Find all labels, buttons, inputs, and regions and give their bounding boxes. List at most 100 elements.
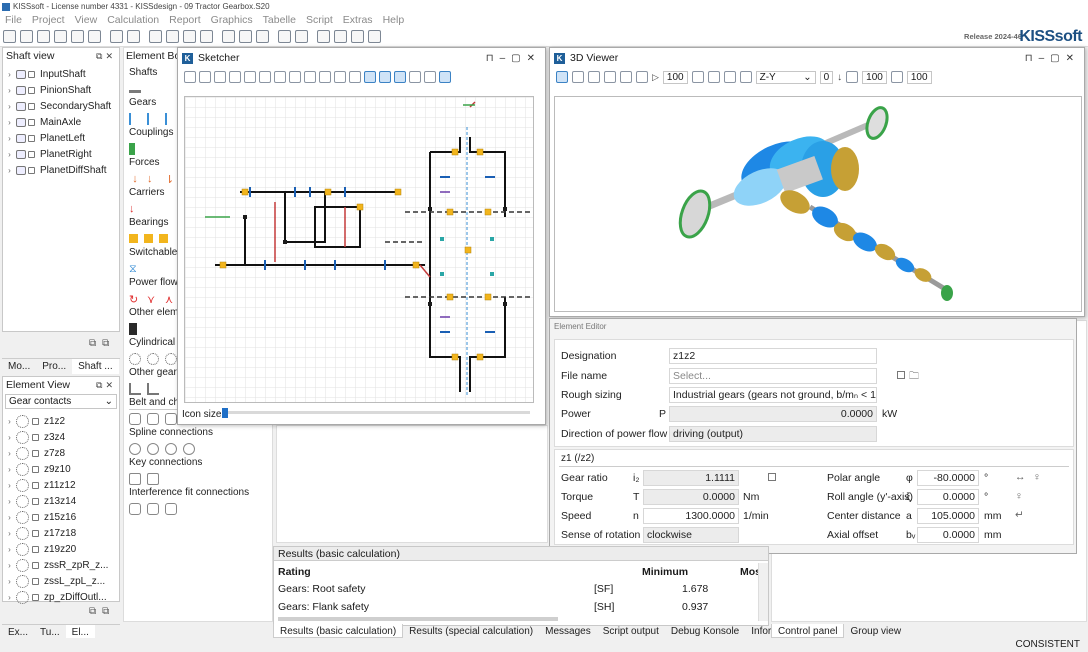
- menu-report[interactable]: Report: [164, 14, 206, 26]
- swap-icon[interactable]: ↔: [1015, 471, 1026, 483]
- direction-input[interactable]: driving (output): [669, 426, 877, 442]
- interference-fit-icon[interactable]: [129, 502, 141, 515]
- spline-icon[interactable]: [129, 442, 141, 455]
- window-controls-icon[interactable]: ⊓–▢✕: [1025, 53, 1080, 64]
- panel-controls-icon[interactable]: ⧉✕: [96, 380, 116, 391]
- rough-sizing-select[interactable]: Industrial gears (gears not ground, b/mₙ…: [669, 387, 877, 403]
- open-folder-icon[interactable]: [20, 30, 33, 43]
- users-icon[interactable]: [222, 30, 235, 43]
- calculate-icon[interactable]: [149, 30, 162, 43]
- tree-item-inputshaft[interactable]: › InputShaft: [5, 66, 119, 82]
- power-flow-split-icon[interactable]: ⋎: [147, 293, 159, 306]
- center-distance-input[interactable]: 105.0000: [917, 508, 979, 524]
- view-angle-input[interactable]: 0: [819, 70, 834, 84]
- database-icon[interactable]: [317, 30, 330, 43]
- table-row[interactable]: Gears: Flank safety [SH] 0.937: [274, 599, 758, 616]
- bearing-pair-icon[interactable]: [144, 234, 153, 243]
- add-icon[interactable]: [846, 71, 859, 83]
- tab-debug-konsole[interactable]: Debug Konsole: [665, 624, 745, 638]
- list-item[interactable]: › z9z10: [5, 461, 119, 477]
- list-item[interactable]: › z7z8: [5, 445, 119, 461]
- power-input[interactable]: 0.0000: [669, 406, 877, 422]
- chart-icon[interactable]: [200, 30, 213, 43]
- chain-drive-icon[interactable]: [147, 412, 159, 425]
- list-item[interactable]: › zssL_zpL_z...: [5, 573, 119, 589]
- list-icon[interactable]: [295, 30, 308, 43]
- tree-item-pinionshaft[interactable]: › PinionShaft: [5, 82, 119, 98]
- database-edit-icon[interactable]: [334, 30, 347, 43]
- element-filter-select[interactable]: Gear contacts ⌄: [5, 394, 117, 409]
- save-as-icon[interactable]: [54, 30, 67, 43]
- measure-icon[interactable]: [890, 71, 903, 83]
- select-icon[interactable]: [364, 71, 376, 83]
- gear-ratio-checkbox[interactable]: [768, 473, 776, 481]
- lightbulb-icon[interactable]: ♀: [1033, 471, 1041, 483]
- layout-icon[interactable]: [239, 30, 252, 43]
- gear-ratio-input[interactable]: 1.1111: [643, 470, 739, 486]
- polar-angle-input[interactable]: -80.0000: [917, 470, 979, 486]
- window-controls-icon[interactable]: ⊓–▢✕: [486, 53, 541, 64]
- undo-icon[interactable]: [110, 30, 123, 43]
- print-icon[interactable]: [319, 71, 331, 83]
- text-icon[interactable]: [334, 71, 346, 83]
- scale-input[interactable]: 100: [862, 70, 887, 84]
- spline-icon[interactable]: [183, 442, 195, 455]
- zoom-region-icon[interactable]: [588, 71, 600, 83]
- redo-icon[interactable]: [127, 30, 140, 43]
- coupling-icon[interactable]: [129, 142, 135, 155]
- panel-controls-icon[interactable]: ⧉✕: [96, 51, 116, 62]
- tab-mo[interactable]: Mo...: [2, 359, 36, 374]
- menu-graphics[interactable]: Graphics: [206, 14, 258, 26]
- zoom-fit-icon[interactable]: [244, 71, 256, 83]
- sketcher-canvas[interactable]: [184, 96, 534, 403]
- results-hscrollbar[interactable]: [278, 617, 558, 621]
- switchable-icon[interactable]: ⧖: [129, 263, 141, 275]
- tab-control-panel[interactable]: Control panel: [771, 624, 845, 638]
- save-as-icon[interactable]: [304, 71, 316, 83]
- grid-icon[interactable]: [439, 71, 451, 83]
- pan-icon[interactable]: [199, 71, 211, 83]
- tab-shaft[interactable]: Shaft ...: [72, 359, 119, 374]
- spline-icon[interactable]: [147, 442, 159, 455]
- save-icon[interactable]: [289, 71, 301, 83]
- save-icon[interactable]: [37, 30, 50, 43]
- checkbox[interactable]: [897, 371, 905, 379]
- rack-gear-icon[interactable]: [165, 112, 177, 125]
- window-icon[interactable]: [278, 30, 291, 43]
- force-axial-icon[interactable]: ↓: [147, 173, 159, 185]
- list-item[interactable]: › zssR_zpR_z...: [5, 557, 119, 573]
- tree-item-secondaryshaft[interactable]: › SecondaryShaft: [5, 98, 119, 114]
- menu-script[interactable]: Script: [301, 14, 338, 26]
- bearing-icon[interactable]: [129, 234, 138, 243]
- gear-icon[interactable]: [129, 352, 141, 365]
- other-element-icon[interactable]: [129, 322, 137, 335]
- transparency-input[interactable]: 100: [906, 70, 932, 84]
- 3d-viewport[interactable]: [554, 96, 1082, 312]
- menu-view[interactable]: View: [70, 14, 103, 26]
- power-flow-loop-icon[interactable]: ↻: [129, 293, 141, 306]
- sizing-icon[interactable]: [166, 30, 179, 43]
- roll-angle-input[interactable]: 0.0000: [917, 489, 979, 505]
- list-item[interactable]: › z15z16: [5, 509, 119, 525]
- results-scrollbar[interactable]: [758, 563, 768, 621]
- print-icon[interactable]: [88, 30, 101, 43]
- animation-speed-input[interactable]: 100: [662, 70, 688, 84]
- power-flow-merge-icon[interactable]: ⋏: [165, 293, 177, 306]
- grid-icon[interactable]: [256, 30, 269, 43]
- gear-icon[interactable]: [165, 352, 177, 365]
- pan-icon[interactable]: [572, 71, 584, 83]
- play-icon[interactable]: ▷: [652, 72, 659, 83]
- add-icon[interactable]: [409, 71, 421, 83]
- tree-item-planetright[interactable]: › PlanetRight: [5, 146, 119, 162]
- pointer-icon[interactable]: [556, 71, 568, 83]
- tree-item-mainaxle[interactable]: › MainAxle: [5, 114, 119, 130]
- line-style-icon[interactable]: [349, 71, 361, 83]
- menu-help[interactable]: Help: [378, 14, 410, 26]
- tree-item-planetdiffshaft[interactable]: › PlanetDiffShaft: [5, 162, 119, 178]
- list-item[interactable]: › z11z12: [5, 477, 119, 493]
- report-icon[interactable]: [183, 30, 196, 43]
- belt-drive-icon[interactable]: [129, 412, 141, 425]
- lightbulb-icon[interactable]: ♀: [1015, 490, 1023, 502]
- gear-icon[interactable]: [147, 352, 159, 365]
- torque-input[interactable]: 0.0000: [643, 489, 739, 505]
